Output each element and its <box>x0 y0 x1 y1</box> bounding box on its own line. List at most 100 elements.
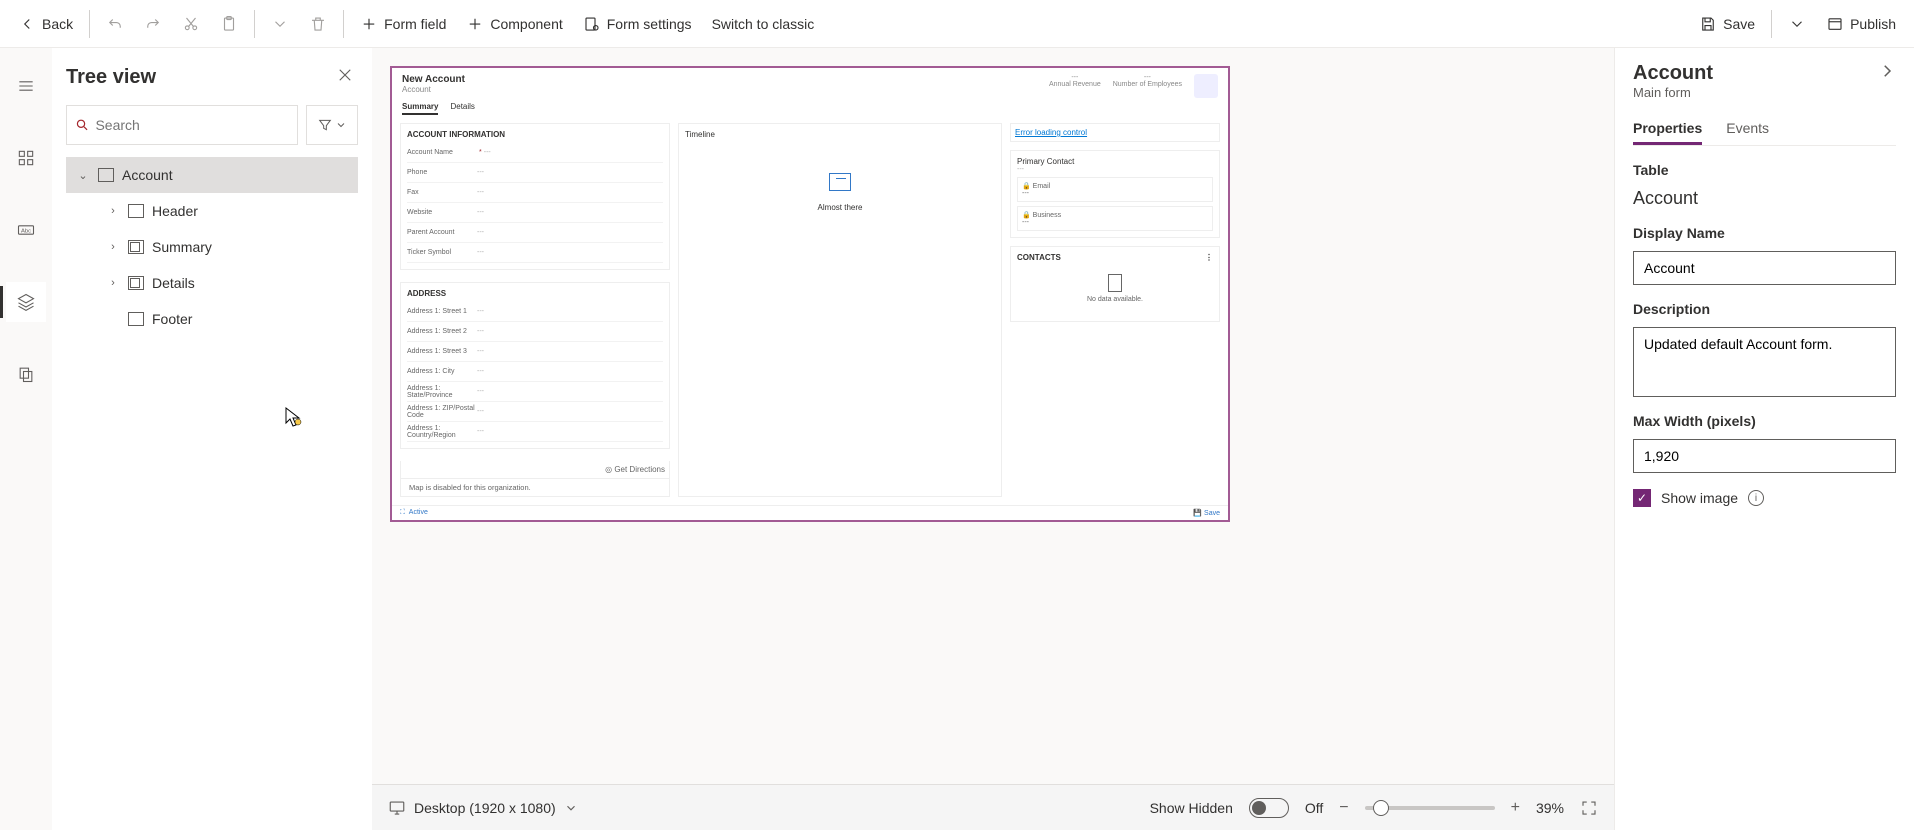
fit-to-screen-icon[interactable] <box>1580 799 1598 817</box>
timeline-icon <box>829 173 851 191</box>
tree-node-footer[interactable]: Footer <box>66 301 358 337</box>
chevron-down-icon <box>271 15 289 33</box>
field-parent-account[interactable]: Parent Account--- <box>407 223 663 243</box>
field-account-name[interactable]: Account Name*--- <box>407 143 663 163</box>
canvas-area[interactable]: New Account Account ---Annual Revenue --… <box>372 48 1614 784</box>
publish-button[interactable]: Publish <box>1816 9 1906 39</box>
rail-tree-view[interactable] <box>6 282 46 322</box>
field-addr-city[interactable]: Address 1: City--- <box>407 362 663 382</box>
collapse-panel-button[interactable] <box>1878 62 1896 83</box>
zoom-out-button[interactable]: − <box>1339 799 1348 817</box>
paste-dropdown[interactable] <box>261 9 299 39</box>
section-icon <box>128 204 144 218</box>
tab-events[interactable]: Events <box>1726 114 1769 145</box>
primary-contact-value: --- <box>1017 166 1213 173</box>
undo-button[interactable] <box>96 9 134 39</box>
rail-hamburger[interactable] <box>6 66 46 106</box>
field-addr-country[interactable]: Address 1: Country/Region--- <box>407 422 663 442</box>
zoom-slider[interactable] <box>1365 806 1495 810</box>
primary-contact-title: Primary Contact <box>1017 157 1213 166</box>
section-timeline[interactable]: Timeline Almost there <box>678 123 1002 497</box>
tree-node-header[interactable]: › Header <box>66 193 358 229</box>
section-title: ACCOUNT INFORMATION <box>407 130 663 139</box>
tree-filter-button[interactable] <box>306 105 358 145</box>
input-display-name[interactable] <box>1633 251 1896 285</box>
delete-button[interactable] <box>299 9 337 39</box>
get-directions-link[interactable]: ◎ Get Directions <box>400 461 670 479</box>
section-account-info[interactable]: ACCOUNT INFORMATION Account Name*--- Pho… <box>400 123 670 270</box>
tree-node-summary[interactable]: › Summary <box>66 229 358 265</box>
form-settings-button[interactable]: Form settings <box>573 9 702 39</box>
field-addr-street3[interactable]: Address 1: Street 3--- <box>407 342 663 362</box>
back-label: Back <box>42 16 73 32</box>
error-loading-control-link[interactable]: Error loading control <box>1011 124 1219 141</box>
info-icon[interactable]: i <box>1748 490 1764 506</box>
publish-icon <box>1826 15 1844 33</box>
add-component-button[interactable]: Component <box>456 9 572 39</box>
tree-node-account[interactable]: ⌄ Account <box>66 157 358 193</box>
field-phone[interactable]: Phone--- <box>407 163 663 183</box>
close-tree-button[interactable] <box>332 62 358 93</box>
field-business[interactable]: 🔒 Business--- <box>1017 206 1213 231</box>
switch-classic-button[interactable]: Switch to classic <box>702 10 825 38</box>
rail-form-libraries[interactable] <box>6 354 46 394</box>
input-description[interactable] <box>1633 327 1896 397</box>
tree-node-details[interactable]: › Details <box>66 265 358 301</box>
section-primary-contact[interactable]: Primary Contact --- 🔒 Email--- 🔒 Busines… <box>1010 150 1220 238</box>
cut-button[interactable] <box>172 9 210 39</box>
field-addr-state[interactable]: Address 1: State/Province--- <box>407 382 663 402</box>
redo-button[interactable] <box>134 9 172 39</box>
control-error-card[interactable]: Error loading control <box>1010 123 1220 142</box>
form-field-label: Form field <box>384 16 446 32</box>
field-addr-zip[interactable]: Address 1: ZIP/Postal Code--- <box>407 402 663 422</box>
zoom-in-button[interactable]: + <box>1511 799 1520 817</box>
metric-label: Number of Employees <box>1113 81 1182 88</box>
save-status-icon[interactable]: 💾 <box>1193 510 1202 517</box>
tree-search-box[interactable] <box>66 105 298 145</box>
field-addr-street2[interactable]: Address 1: Street 2--- <box>407 322 663 342</box>
trash-icon <box>309 15 327 33</box>
status-active: Active <box>409 509 428 516</box>
grid-icon <box>16 148 36 168</box>
show-image-checkbox[interactable]: ✓ Show image i <box>1633 489 1896 507</box>
section-contacts[interactable]: CONTACTS ⋮ No data available. <box>1010 246 1220 322</box>
tree-search-input[interactable] <box>95 117 289 133</box>
save-button[interactable]: Save <box>1689 9 1765 39</box>
form-settings-icon <box>583 15 601 33</box>
back-button[interactable]: Back <box>8 9 83 39</box>
section-address[interactable]: ADDRESS Address 1: Street 1--- Address 1… <box>400 282 670 449</box>
svg-text:Abc: Abc <box>21 229 31 235</box>
label-display-name: Display Name <box>1633 225 1896 241</box>
field-email[interactable]: 🔒 Email--- <box>1017 177 1213 202</box>
field-ticker[interactable]: Ticker Symbol--- <box>407 243 663 263</box>
rail-components[interactable] <box>6 138 46 178</box>
show-hidden-toggle[interactable] <box>1249 798 1289 818</box>
tab-icon <box>128 276 144 290</box>
abc-icon: Abc <box>16 220 36 240</box>
props-subtitle: Main form <box>1633 85 1713 100</box>
form-icon <box>98 168 114 182</box>
form-canvas[interactable]: New Account Account ---Annual Revenue --… <box>390 66 1230 522</box>
canvas-tab-details[interactable]: Details <box>450 102 474 115</box>
form-settings-label: Form settings <box>607 16 692 32</box>
field-fax[interactable]: Fax--- <box>407 183 663 203</box>
field-website[interactable]: Website--- <box>407 203 663 223</box>
tab-properties[interactable]: Properties <box>1633 114 1702 145</box>
expand-icon[interactable]: ⛶ <box>400 509 405 516</box>
field-addr-street1[interactable]: Address 1: Street 1--- <box>407 302 663 322</box>
more-icon[interactable]: ⋮ <box>1205 253 1213 262</box>
toolbar-separator <box>343 10 344 38</box>
props-title: Account <box>1633 62 1713 85</box>
checkbox-checked-icon: ✓ <box>1633 489 1651 507</box>
cut-icon <box>182 15 200 33</box>
paste-button[interactable] <box>210 9 248 39</box>
input-max-width[interactable] <box>1633 439 1896 473</box>
save-dropdown[interactable] <box>1778 9 1816 39</box>
device-selector[interactable]: Desktop (1920 x 1080) <box>388 799 578 817</box>
add-form-field-button[interactable]: Form field <box>350 9 456 39</box>
status-save: Save <box>1204 510 1220 517</box>
canvas-tab-summary[interactable]: Summary <box>402 102 438 115</box>
paste-icon <box>220 15 238 33</box>
rail-fields[interactable]: Abc <box>6 210 46 250</box>
chevron-right-icon: › <box>106 205 120 217</box>
